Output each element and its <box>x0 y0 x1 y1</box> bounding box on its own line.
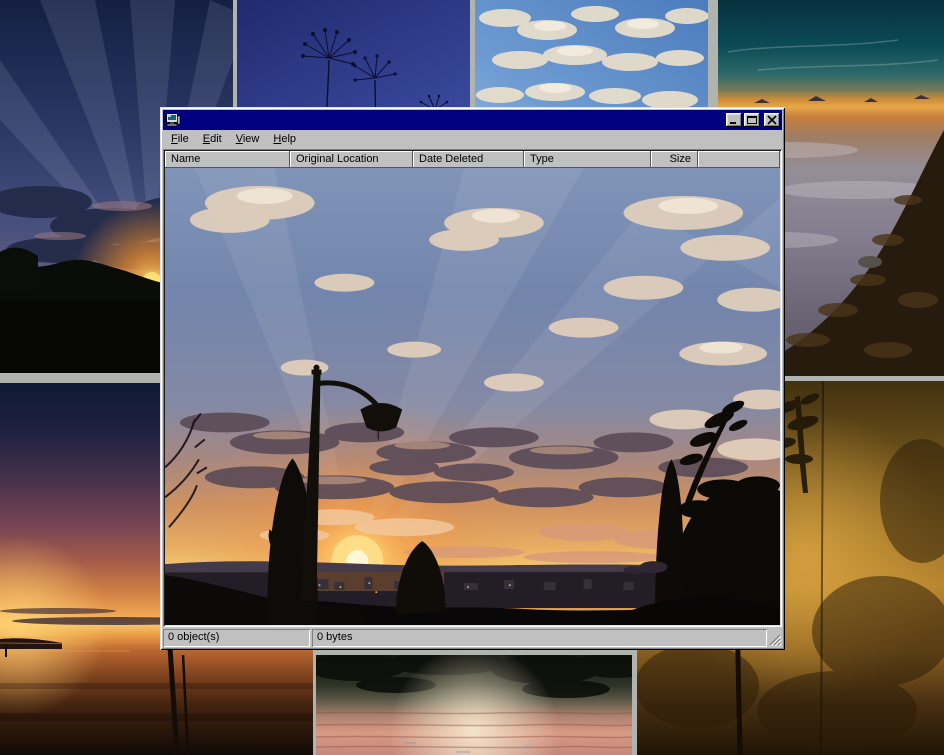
wallpaper-tile-water-reflection <box>316 655 632 755</box>
column-header-size[interactable]: Size <box>651 151 698 168</box>
menu-view[interactable]: View <box>229 131 267 148</box>
menu-help[interactable]: Help <box>266 131 303 148</box>
menu-edit[interactable]: Edit <box>196 131 229 148</box>
sunset-lamp-photo <box>165 168 780 625</box>
column-header-type[interactable]: Type <box>524 151 651 168</box>
close-icon <box>766 115 778 125</box>
column-header-date-deleted[interactable]: Date Deleted <box>413 151 524 168</box>
column-header-original-location[interactable]: Original Location <box>290 151 413 168</box>
folder-content-area[interactable] <box>165 168 780 625</box>
maximize-button[interactable] <box>744 113 760 127</box>
column-header-blank[interactable] <box>698 151 780 168</box>
maximize-icon <box>746 115 758 125</box>
resize-grip[interactable] <box>769 629 782 647</box>
computer-icon <box>165 113 181 127</box>
resize-grip-icon <box>769 634 781 646</box>
column-header-name[interactable]: Name <box>165 151 290 168</box>
status-objects: 0 object(s) <box>163 629 310 647</box>
close-button[interactable] <box>764 113 780 127</box>
minimize-button[interactable] <box>726 113 742 127</box>
column-headers: Name Original Location Date Deleted Type… <box>165 151 780 168</box>
status-bytes: 0 bytes <box>312 629 767 647</box>
menu-file[interactable]: File <box>164 131 196 148</box>
recycle-bin-window: File Edit View Help Name Original Locati… <box>160 107 785 650</box>
list-view: Name Original Location Date Deleted Type… <box>163 149 782 627</box>
titlebar[interactable] <box>163 110 782 130</box>
minimize-icon <box>728 115 740 125</box>
status-bar: 0 object(s) 0 bytes <box>163 629 782 647</box>
menu-bar: File Edit View Help <box>163 130 782 149</box>
